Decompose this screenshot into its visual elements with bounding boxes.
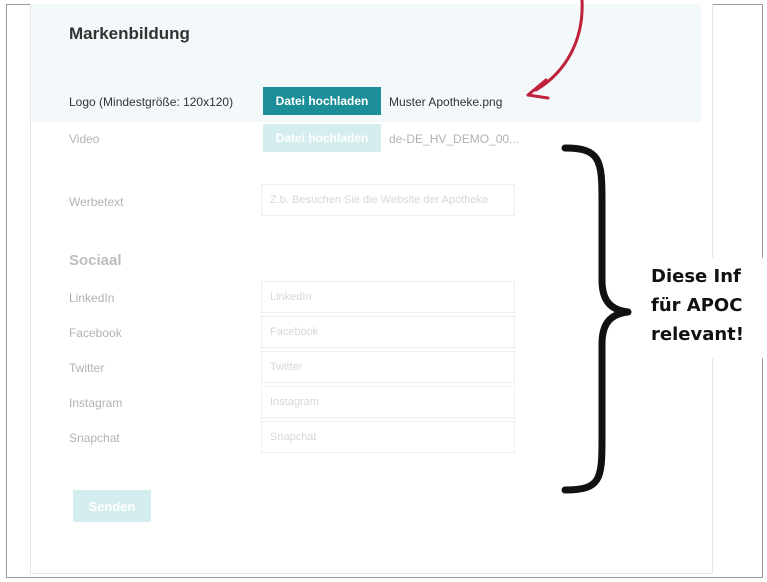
annotation-line-1: Diese Inf <box>651 266 741 287</box>
curly-brace-icon <box>561 144 632 494</box>
annotation-line-2: für APOC <box>651 295 743 316</box>
annotation-line-3: relevant! <box>651 324 744 345</box>
red-arrow-icon <box>534 0 584 92</box>
